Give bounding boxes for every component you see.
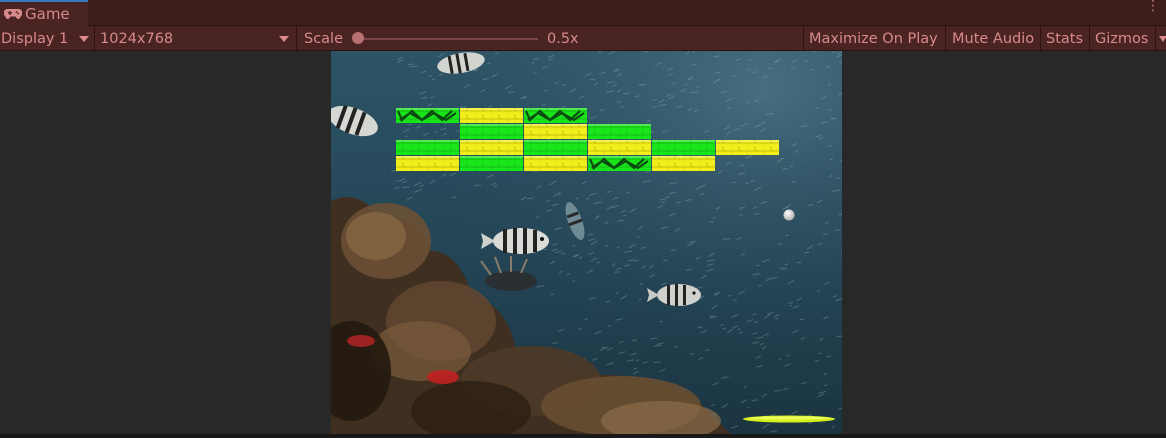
scale-value: 0.5x — [547, 26, 579, 51]
fish-streak — [782, 168, 788, 170]
fish-streak — [676, 201, 681, 204]
more-options-icon[interactable]: ⋮ — [1146, 0, 1160, 13]
fish-streak — [835, 229, 840, 231]
divider — [1089, 26, 1090, 51]
display-label: Display 1 — [1, 30, 69, 47]
fish-streak — [745, 182, 749, 184]
fish-streak — [607, 325, 611, 327]
brick-green — [460, 156, 523, 171]
brick-yellow — [524, 124, 587, 139]
brick-green — [460, 124, 523, 139]
fish-streak — [826, 355, 831, 358]
fish-streak — [408, 123, 412, 126]
fish-streak — [633, 368, 637, 370]
fish-streak — [434, 131, 439, 133]
brick-yellow — [716, 140, 779, 155]
fish-streak — [616, 101, 621, 103]
divider — [94, 26, 95, 51]
bottom-border — [0, 434, 1166, 438]
display-dropdown[interactable]: Display 1 — [1, 26, 68, 51]
scale-label: Scale — [304, 26, 343, 51]
fish-streak — [839, 160, 842, 162]
brick-yellow — [460, 108, 523, 123]
gizmos-button[interactable]: Gizmos — [1095, 26, 1148, 51]
gamepad-icon — [4, 8, 22, 20]
fish-streak — [697, 326, 703, 329]
maximize-label: Maximize On Play — [809, 30, 938, 47]
tab-bar: Game ⋮ — [0, 0, 1166, 26]
fish-streak — [431, 78, 436, 81]
mute-audio-button[interactable]: Mute Audio — [952, 26, 1034, 51]
brick-green-cracked — [396, 108, 459, 123]
fish-streak — [686, 244, 692, 246]
resolution-dropdown[interactable]: 1024x768 — [100, 26, 173, 51]
resolution-label: 1024x768 — [100, 30, 174, 47]
scale-slider-track[interactable] — [358, 38, 538, 40]
fish-streak — [543, 248, 548, 251]
scale-text: Scale — [304, 30, 344, 47]
brick-yellow — [524, 156, 587, 171]
brick-green-cracked — [588, 156, 651, 171]
fish-streak — [401, 186, 409, 189]
fish-streak — [405, 135, 409, 137]
fish-streak — [473, 69, 478, 72]
fish-streak — [589, 78, 596, 81]
gizmos-label: Gizmos — [1095, 30, 1149, 47]
brick-yellow — [396, 156, 459, 171]
brick-green — [524, 140, 587, 155]
stats-button[interactable]: Stats — [1046, 26, 1083, 51]
divider — [296, 26, 297, 51]
fish-streak — [584, 318, 588, 320]
brick-green — [652, 140, 715, 155]
brick-green — [588, 124, 651, 139]
chevron-down-icon[interactable] — [1159, 36, 1166, 42]
divider — [803, 26, 804, 51]
mute-label: Mute Audio — [952, 30, 1035, 47]
fish-streak — [832, 117, 837, 120]
divider — [1040, 26, 1041, 51]
tab-game[interactable]: Game — [0, 0, 88, 26]
game-scene — [331, 51, 842, 434]
fish-streak — [532, 58, 539, 60]
chevron-down-icon — [279, 36, 289, 42]
fish-streak — [596, 261, 601, 264]
scale-slider-handle[interactable] — [352, 32, 364, 44]
ball — [783, 209, 795, 221]
scale-value-text: 0.5x — [547, 30, 579, 47]
fish-streak — [835, 177, 841, 179]
fish-streak — [643, 51, 649, 53]
fish-streak — [661, 201, 666, 203]
fish-streak — [715, 71, 721, 74]
fish-streak — [796, 261, 802, 264]
divider — [1155, 26, 1156, 51]
fish-streak — [601, 346, 608, 349]
game-viewport[interactable] — [331, 51, 842, 434]
fish-streak — [804, 251, 810, 254]
maximize-on-play-button[interactable]: Maximize On Play — [809, 26, 938, 51]
fish-streak — [573, 255, 578, 257]
tab-label: Game — [25, 5, 70, 23]
fish-streak — [407, 63, 414, 66]
brick-yellow — [588, 140, 651, 155]
game-toolbar: Display 1 1024x768 Scale 0.5x Maximize O… — [0, 26, 1166, 51]
stats-label: Stats — [1046, 30, 1084, 47]
fish-streak — [614, 271, 620, 273]
paddle — [743, 415, 835, 423]
brick-green-cracked — [524, 108, 587, 123]
brick-yellow — [652, 156, 715, 171]
fish-streak — [548, 58, 554, 61]
fish-streak — [825, 66, 831, 68]
fish-streak — [709, 315, 714, 318]
divider — [945, 26, 946, 51]
chevron-down-icon — [79, 36, 89, 42]
brick-yellow — [460, 140, 523, 155]
brick-green — [396, 140, 459, 155]
